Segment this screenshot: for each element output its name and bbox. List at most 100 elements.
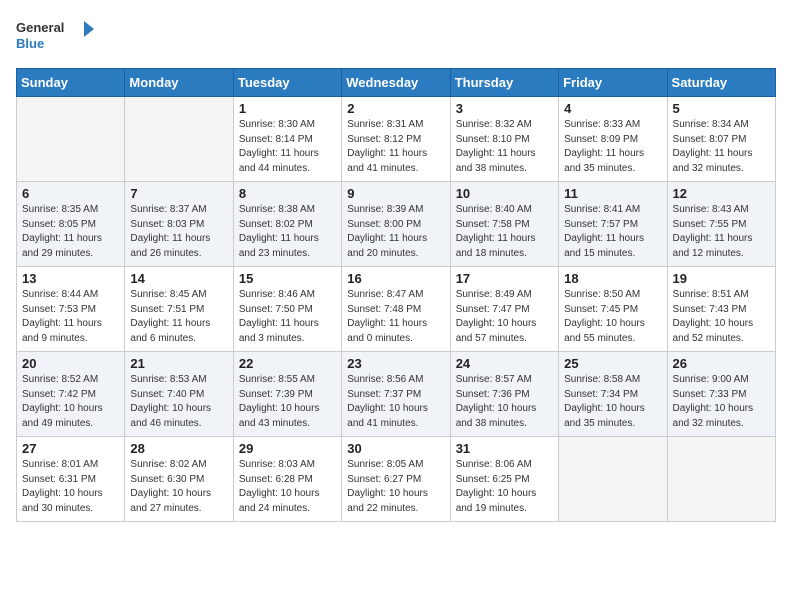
day-info: Sunrise: 8:47 AMSunset: 7:48 PMDaylight:… (347, 288, 444, 346)
day-info: Sunrise: 8:40 AMSunset: 7:58 PMDaylight:… (456, 203, 553, 261)
day-number: 18 (564, 271, 661, 286)
day-number: 31 (456, 441, 553, 456)
week-row-1: 1Sunrise: 8:30 AMSunset: 8:14 PMDaylight… (17, 97, 776, 182)
week-row-4: 20 Sunrise: 8:52 AMSunset: 7:42 PMDayligh… (17, 352, 776, 437)
calendar-cell (17, 97, 125, 182)
day-info: Sunrise: 8:01 AMSunset: 6:31 PMDaylight:… (22, 458, 119, 516)
calendar-cell: 26 Sunrise: 9:00 AMSunset: 7:33 PMDayligh… (667, 352, 775, 437)
header-friday: Friday (559, 69, 667, 97)
calendar-cell: 18 Sunrise: 8:50 AMSunset: 7:45 PMDayligh… (559, 267, 667, 352)
header-tuesday: Tuesday (233, 69, 341, 97)
day-info: Sunrise: 8:56 AMSunset: 7:37 PMDaylight:… (347, 373, 444, 431)
day-info: Sunrise: 8:45 AMSunset: 7:51 PMDaylight:… (130, 288, 227, 346)
header-monday: Monday (125, 69, 233, 97)
day-number: 16 (347, 271, 444, 286)
calendar-cell: 11 Sunrise: 8:41 AMSunset: 7:57 PMDayligh… (559, 182, 667, 267)
day-number: 24 (456, 356, 553, 371)
day-number: 21 (130, 356, 227, 371)
day-info: Sunrise: 8:33 AMSunset: 8:09 PMDaylight:… (564, 118, 661, 176)
svg-text:General: General (16, 20, 64, 35)
calendar-cell: 4 Sunrise: 8:33 AMSunset: 8:09 PMDaylight… (559, 97, 667, 182)
calendar-cell: 21 Sunrise: 8:53 AMSunset: 7:40 PMDayligh… (125, 352, 233, 437)
day-info: Sunrise: 8:06 AMSunset: 6:25 PMDaylight:… (456, 458, 553, 516)
calendar-cell: 30 Sunrise: 8:05 AMSunset: 6:27 PMDayligh… (342, 437, 450, 522)
calendar-cell (667, 437, 775, 522)
day-info: Sunrise: 8:02 AMSunset: 6:30 PMDaylight:… (130, 458, 227, 516)
calendar-cell: 29 Sunrise: 8:03 AMSunset: 6:28 PMDayligh… (233, 437, 341, 522)
calendar-cell: 31 Sunrise: 8:06 AMSunset: 6:25 PMDayligh… (450, 437, 558, 522)
calendar-cell: 27 Sunrise: 8:01 AMSunset: 6:31 PMDayligh… (17, 437, 125, 522)
calendar-cell: 7 Sunrise: 8:37 AMSunset: 8:03 PMDaylight… (125, 182, 233, 267)
day-number: 28 (130, 441, 227, 456)
day-number: 14 (130, 271, 227, 286)
calendar-cell: 14 Sunrise: 8:45 AMSunset: 7:51 PMDayligh… (125, 267, 233, 352)
day-number: 22 (239, 356, 336, 371)
calendar-cell: 5Sunrise: 8:34 AMSunset: 8:07 PMDaylight… (667, 97, 775, 182)
day-info: Sunrise: 8:03 AMSunset: 6:28 PMDaylight:… (239, 458, 336, 516)
day-info: Sunrise: 8:52 AMSunset: 7:42 PMDaylight:… (22, 373, 119, 431)
calendar-cell: 19Sunrise: 8:51 AMSunset: 7:43 PMDayligh… (667, 267, 775, 352)
day-number: 9 (347, 186, 444, 201)
day-info: Sunrise: 8:49 AMSunset: 7:47 PMDaylight:… (456, 288, 553, 346)
day-number: 26 (673, 356, 770, 371)
calendar-cell: 10Sunrise: 8:40 AMSunset: 7:58 PMDayligh… (450, 182, 558, 267)
day-info: Sunrise: 8:38 AMSunset: 8:02 PMDaylight:… (239, 203, 336, 261)
calendar-cell: 12 Sunrise: 8:43 AMSunset: 7:55 PMDayligh… (667, 182, 775, 267)
day-info: Sunrise: 8:31 AMSunset: 8:12 PMDaylight:… (347, 118, 444, 176)
calendar-cell: 2 Sunrise: 8:31 AMSunset: 8:12 PMDaylight… (342, 97, 450, 182)
calendar-cell: 15 Sunrise: 8:46 AMSunset: 7:50 PMDayligh… (233, 267, 341, 352)
week-row-3: 13 Sunrise: 8:44 AMSunset: 7:53 PMDayligh… (17, 267, 776, 352)
week-row-5: 27 Sunrise: 8:01 AMSunset: 6:31 PMDayligh… (17, 437, 776, 522)
calendar-cell (559, 437, 667, 522)
header-saturday: Saturday (667, 69, 775, 97)
day-number: 19 (673, 271, 770, 286)
calendar-cell: 8Sunrise: 8:38 AMSunset: 8:02 PMDaylight… (233, 182, 341, 267)
calendar-cell: 20 Sunrise: 8:52 AMSunset: 7:42 PMDayligh… (17, 352, 125, 437)
week-row-2: 6Sunrise: 8:35 AMSunset: 8:05 PMDaylight… (17, 182, 776, 267)
day-info: Sunrise: 8:53 AMSunset: 7:40 PMDaylight:… (130, 373, 227, 431)
day-info: Sunrise: 8:57 AMSunset: 7:36 PMDaylight:… (456, 373, 553, 431)
day-number: 2 (347, 101, 444, 116)
day-number: 30 (347, 441, 444, 456)
svg-text:Blue: Blue (16, 36, 44, 51)
calendar-cell: 17 Sunrise: 8:49 AMSunset: 7:47 PMDayligh… (450, 267, 558, 352)
calendar-cell: 6Sunrise: 8:35 AMSunset: 8:05 PMDaylight… (17, 182, 125, 267)
day-number: 7 (130, 186, 227, 201)
calendar-cell: 16 Sunrise: 8:47 AMSunset: 7:48 PMDayligh… (342, 267, 450, 352)
day-info: Sunrise: 8:44 AMSunset: 7:53 PMDaylight:… (22, 288, 119, 346)
day-number: 20 (22, 356, 119, 371)
page-header: General Blue (16, 16, 776, 56)
calendar-header-row: SundayMondayTuesdayWednesdayThursdayFrid… (17, 69, 776, 97)
calendar-cell: 13 Sunrise: 8:44 AMSunset: 7:53 PMDayligh… (17, 267, 125, 352)
header-thursday: Thursday (450, 69, 558, 97)
day-info: Sunrise: 8:05 AMSunset: 6:27 PMDaylight:… (347, 458, 444, 516)
header-wednesday: Wednesday (342, 69, 450, 97)
day-number: 23 (347, 356, 444, 371)
day-number: 5 (673, 101, 770, 116)
day-info: Sunrise: 8:58 AMSunset: 7:34 PMDaylight:… (564, 373, 661, 431)
day-info: Sunrise: 9:00 AMSunset: 7:33 PMDaylight:… (673, 373, 770, 431)
day-number: 27 (22, 441, 119, 456)
header-sunday: Sunday (17, 69, 125, 97)
day-info: Sunrise: 8:50 AMSunset: 7:45 PMDaylight:… (564, 288, 661, 346)
day-number: 15 (239, 271, 336, 286)
day-number: 12 (673, 186, 770, 201)
day-number: 1 (239, 101, 336, 116)
day-number: 17 (456, 271, 553, 286)
day-info: Sunrise: 8:43 AMSunset: 7:55 PMDaylight:… (673, 203, 770, 261)
day-info: Sunrise: 8:41 AMSunset: 7:57 PMDaylight:… (564, 203, 661, 261)
calendar-cell: 3 Sunrise: 8:32 AMSunset: 8:10 PMDaylight… (450, 97, 558, 182)
day-info: Sunrise: 8:39 AMSunset: 8:00 PMDaylight:… (347, 203, 444, 261)
calendar-cell: 24 Sunrise: 8:57 AMSunset: 7:36 PMDayligh… (450, 352, 558, 437)
day-number: 3 (456, 101, 553, 116)
day-info: Sunrise: 8:37 AMSunset: 8:03 PMDaylight:… (130, 203, 227, 261)
calendar-table: SundayMondayTuesdayWednesdayThursdayFrid… (16, 68, 776, 522)
day-info: Sunrise: 8:46 AMSunset: 7:50 PMDaylight:… (239, 288, 336, 346)
day-info: Sunrise: 8:32 AMSunset: 8:10 PMDaylight:… (456, 118, 553, 176)
day-number: 11 (564, 186, 661, 201)
day-number: 13 (22, 271, 119, 286)
day-number: 4 (564, 101, 661, 116)
day-info: Sunrise: 8:55 AMSunset: 7:39 PMDaylight:… (239, 373, 336, 431)
day-number: 29 (239, 441, 336, 456)
calendar-cell: 25Sunrise: 8:58 AMSunset: 7:34 PMDayligh… (559, 352, 667, 437)
